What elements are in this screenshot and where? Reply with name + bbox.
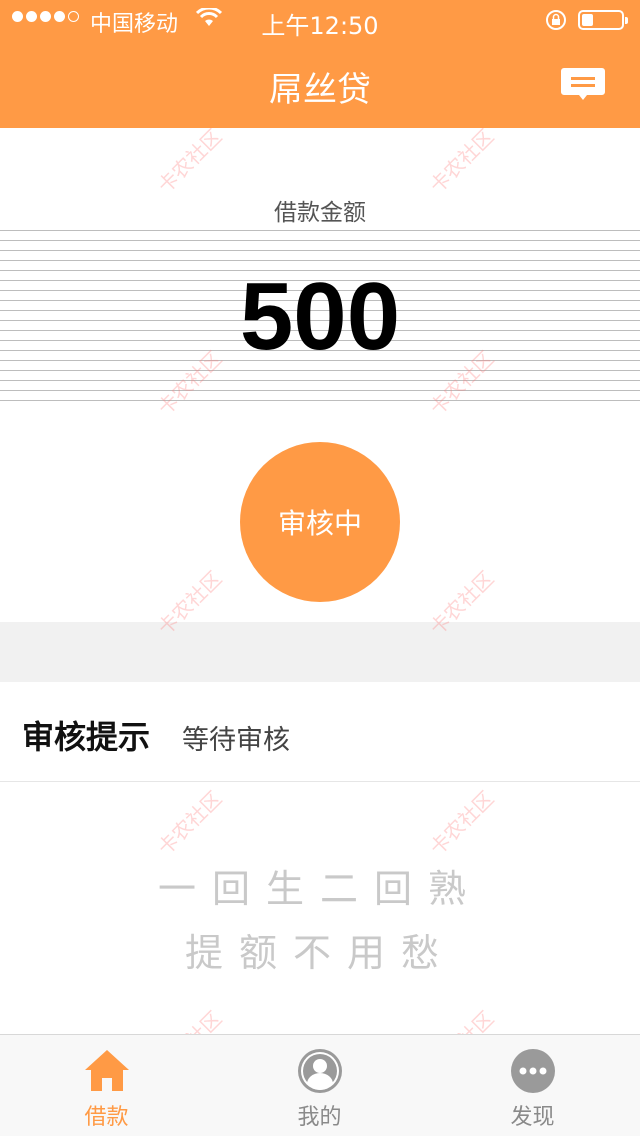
loan-amount: 500 <box>239 263 401 370</box>
slogan-line-1: 一回生二回熟 <box>157 867 482 911</box>
battery-icon <box>578 10 628 30</box>
slogan-line-2: 提额不用愁 <box>184 931 455 975</box>
tab-loan[interactable]: 借款 <box>0 1035 213 1137</box>
watermark: 卡农社区 <box>152 786 227 860</box>
loan-status-label: 审核中 <box>277 507 362 540</box>
tab-discover-label: 发现 <box>510 1105 555 1130</box>
tab-discover[interactable]: 发现 <box>426 1035 639 1137</box>
tab-loan-label: 借款 <box>84 1105 129 1130</box>
orientation-lock-icon <box>546 10 566 30</box>
watermark: 卡农社区 <box>424 786 499 860</box>
watermark: 卡农社区 <box>424 124 499 198</box>
tab-bar: 借款 我的 发现 <box>0 1034 640 1136</box>
profile-icon <box>297 1049 342 1093</box>
watermark: 卡农社区 <box>152 124 227 198</box>
review-notice-status: 等待审核 <box>182 725 290 756</box>
review-notice-title: 审核提示 <box>22 718 151 756</box>
top-bar: 中国移动 上午12:50 屌丝贷 <box>0 0 640 128</box>
home-icon <box>84 1050 129 1091</box>
more-icon <box>510 1049 555 1093</box>
message-icon[interactable] <box>560 66 606 102</box>
loan-amount-label: 借款金额 <box>274 200 366 226</box>
status-bar: 中国移动 上午12:50 <box>0 0 640 40</box>
tab-mine-label: 我的 <box>297 1105 342 1130</box>
loan-status-button[interactable]: 审核中 <box>240 442 400 602</box>
review-notice-row: 审核提示 等待审核 <box>0 682 640 782</box>
tab-mine[interactable]: 我的 <box>213 1035 426 1137</box>
page-title: 屌丝贷 <box>269 70 371 110</box>
section-divider <box>0 622 640 682</box>
